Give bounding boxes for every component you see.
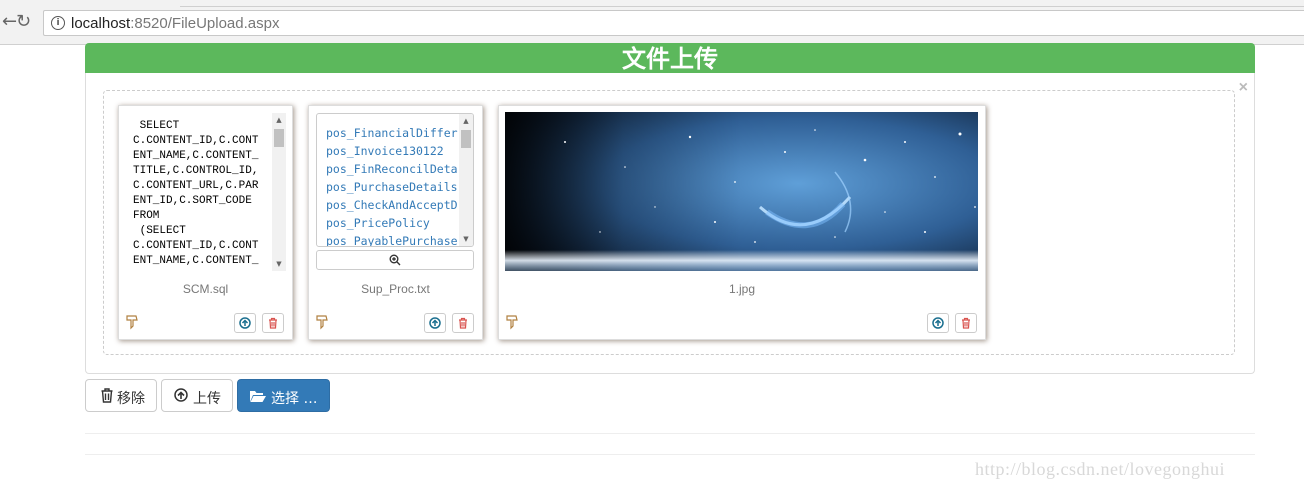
address-bar[interactable]: i localhost:8520/FileUpload.aspx [43,10,1304,36]
url-text: localhost:8520/FileUpload.aspx [71,15,279,32]
file-caption: 1.jpg [728,282,756,296]
scroll-down-icon[interactable]: ▼ [272,257,286,271]
trash-icon [269,317,277,329]
upload-button[interactable]: 上传 [161,379,233,412]
txt-line: pos_Invoice130122 [326,144,444,158]
trash-icon [101,388,113,403]
scroll-up-icon[interactable]: ▲ [272,113,286,127]
upload-circle-icon [174,388,188,402]
watermark: http://blog.csdn.net/lovegonghui [975,459,1225,479]
info-icon[interactable]: i [51,16,65,30]
scroll-thumb[interactable] [274,129,284,147]
delete-file-button[interactable] [955,313,977,333]
file-preview-sql: SELECT C.CONTENT_ID,C.CONT ENT_NAME,C.CO… [118,105,293,340]
scroll-thumb[interactable] [461,130,471,148]
back-icon[interactable]: ← [2,13,17,31]
divider [85,433,1255,434]
trash-icon [459,317,467,329]
tab-strip-edge [180,0,1304,7]
delete-file-button[interactable] [262,313,284,333]
drag-handle-icon[interactable] [315,314,329,330]
file-preview-panel: × SELECT C.CONTENT_ID,C.CONT ENT_NAME,C.… [85,73,1255,374]
upload-circle-icon [239,317,251,329]
scrollbar[interactable]: ▲ ▼ [272,113,286,271]
upload-file-button[interactable] [424,313,446,333]
upload-circle-icon [932,317,944,329]
space-background-image [505,112,978,271]
remove-button[interactable]: 移除 [85,379,157,412]
image-thumbnail[interactable] [505,112,978,271]
zoom-in-icon [389,254,401,266]
file-preview-txt: pos_FinancialDiffer pos_Invoice130122 pos_… [308,105,483,340]
divider [85,454,1255,455]
file-caption: Sup_Proc.txt [361,282,430,296]
sql-content: SELECT C.CONTENT_ID,C.CONT ENT_NAME,C.CO… [133,120,259,267]
url-host: localhost [71,15,131,32]
url-rest: :8520/FileUpload.aspx [130,15,280,32]
file-caption: SCM.sql [182,282,229,296]
upload-file-button[interactable] [927,313,949,333]
txt-line: pos_PurchaseDetails [326,180,458,194]
trash-icon [962,317,970,329]
txt-line: pos_FinReconcilDeta [326,162,458,176]
folder-open-icon [250,391,266,402]
txt-line: pos_CheckAndAcceptD [326,198,458,212]
delete-file-button[interactable] [452,313,474,333]
upload-button-label: 上传 [193,391,221,407]
drag-handle-icon[interactable] [505,314,519,330]
remove-button-label: 移除 [117,391,145,407]
txt-content: pos_FinancialDiffer pos_Invoice130122 pos_… [317,114,473,247]
zoom-button[interactable] [316,250,474,270]
file-preview-image: 1.jpg [498,105,986,340]
upload-file-button[interactable] [234,313,256,333]
scroll-down-icon[interactable]: ▼ [459,232,473,246]
txt-line: pos_PricePolicy [326,216,430,230]
txt-line: pos_PayablePurchase [326,234,458,247]
browse-button[interactable]: 选择 … [237,379,330,412]
browser-toolbar: ← ↻ i localhost:8520/FileUpload.aspx [0,0,1304,45]
upload-circle-icon [429,317,441,329]
scrollbar[interactable]: ▲ ▼ [459,114,473,246]
scroll-up-icon[interactable]: ▲ [459,114,473,128]
file-drop-zone[interactable]: SELECT C.CONTENT_ID,C.CONT ENT_NAME,C.CO… [103,90,1235,355]
page-title: 文件上传 [85,43,1255,73]
txt-line: pos_FinancialDiffer [326,126,458,140]
reload-icon[interactable]: ↻ [16,13,31,31]
browse-button-label: 选择 … [271,391,318,407]
text-preview[interactable]: SELECT C.CONTENT_ID,C.CONT ENT_NAME,C.CO… [131,113,286,271]
close-icon[interactable]: × [1239,79,1248,97]
text-preview[interactable]: pos_FinancialDiffer pos_Invoice130122 pos_… [316,113,474,247]
drag-handle-icon[interactable] [125,314,139,330]
